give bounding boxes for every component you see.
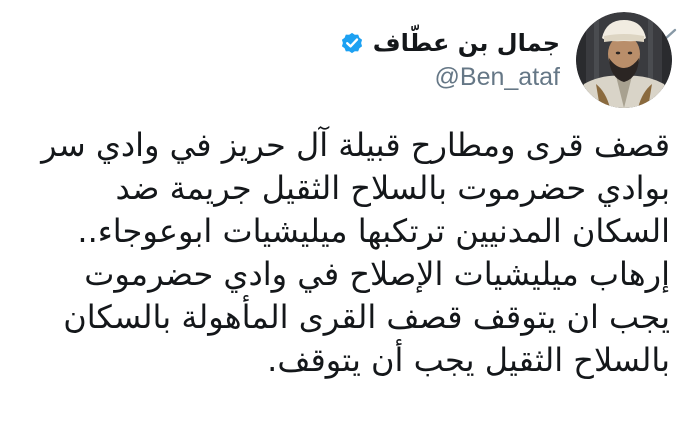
display-name-row: جمال بن عطّاف xyxy=(339,29,560,57)
tweet-text-line: السكان المدنيين ترتكبها ميليشيات ابوعوجا… xyxy=(77,212,670,250)
tweet-text-line: إرهاب ميليشيات الإصلاح في وادي حضرموت xyxy=(84,255,670,293)
tweet-card: جمال بن عطّاف @Ben_ataf قصف قرى ومطارح ق… xyxy=(0,0,700,432)
tweet-text-line: بالسلاح الثقيل يجب أن يتوقف. xyxy=(267,341,670,379)
tweet-text-line: يجب ان يتوقف قصف القرى المأهولة بالسكان xyxy=(63,298,670,336)
tweet-text-line: بوادي حضرموت بالسلاح الثقيل جريمة ضد xyxy=(115,169,670,207)
author-names: جمال بن عطّاف @Ben_ataf xyxy=(339,29,560,92)
profile-avatar[interactable] xyxy=(576,12,672,108)
author-handle[interactable]: @Ben_ataf xyxy=(435,63,560,92)
tweet-author: جمال بن عطّاف @Ben_ataf xyxy=(339,12,672,108)
verified-badge-icon xyxy=(339,30,365,56)
tweet-text-line: قصف قرى ومطارح قبيلة آل حريز في وادي سر xyxy=(41,126,670,164)
author-display-name[interactable]: جمال بن عطّاف xyxy=(373,29,560,57)
tweet-text: قصف قرى ومطارح قبيلة آل حريز في وادي سر … xyxy=(10,124,670,382)
